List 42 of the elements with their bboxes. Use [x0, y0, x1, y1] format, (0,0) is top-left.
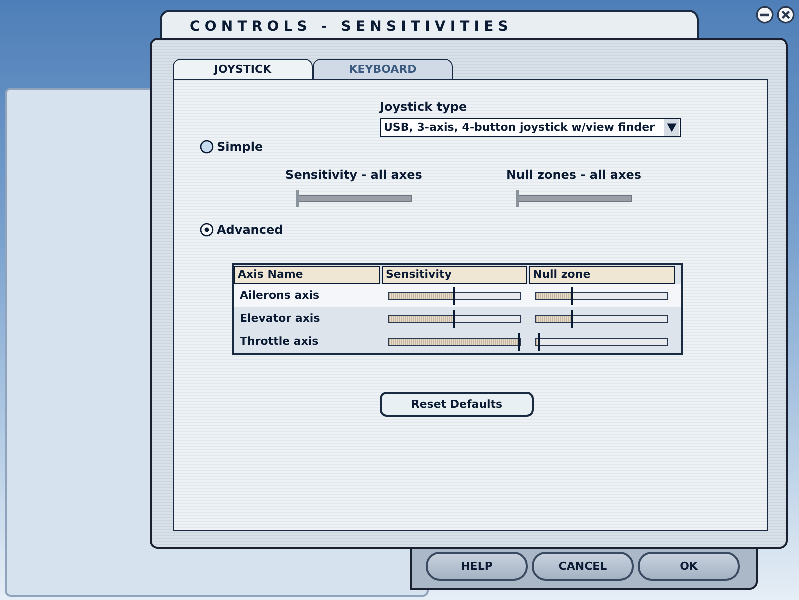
- joystick-type-dropdown[interactable]: USB, 3-axis, 4-button joystick w/view finder: [380, 118, 681, 137]
- slider-label: Null zones - all axes: [506, 168, 642, 182]
- dialog-button[interactable]: HELP: [426, 552, 528, 581]
- column-header: Null zone: [529, 266, 675, 284]
- minimize-icon[interactable]: [756, 6, 774, 24]
- tab[interactable]: JOYSTICK: [173, 59, 313, 79]
- slider[interactable]: [296, 190, 412, 207]
- null-zone-slider[interactable]: [535, 286, 668, 304]
- slider-thumb[interactable]: [516, 190, 519, 207]
- null-zone-slider[interactable]: [535, 310, 668, 328]
- axis-name: Ailerons axis: [239, 289, 321, 302]
- dialog-button[interactable]: CANCEL: [532, 552, 634, 581]
- axis-name: Elevator axis: [239, 312, 322, 325]
- slider-thumb[interactable]: [571, 310, 574, 328]
- slider-thumb[interactable]: [538, 332, 540, 350]
- sensitivity-slider[interactable]: [388, 286, 521, 304]
- table-row[interactable]: Ailerons axis: [234, 284, 681, 307]
- sensitivity-slider[interactable]: [388, 332, 521, 350]
- close-icon[interactable]: [777, 6, 795, 24]
- joystick-type-label: Joystick type: [380, 100, 468, 114]
- radio-label: Advanced: [217, 223, 284, 237]
- slider-thumb[interactable]: [453, 286, 456, 304]
- slider-thumb[interactable]: [296, 190, 299, 207]
- radio-label: Simple: [217, 140, 264, 154]
- slider[interactable]: [516, 190, 632, 207]
- table-row[interactable]: Elevator axis: [234, 307, 681, 330]
- sensitivity-slider[interactable]: [388, 310, 521, 328]
- axis-name: Throttle axis: [239, 335, 320, 348]
- table-row[interactable]: Throttle axis: [234, 330, 681, 353]
- null-zone-slider[interactable]: [535, 332, 668, 350]
- slider-thumb[interactable]: [453, 310, 456, 328]
- slider-thumb[interactable]: [571, 286, 574, 304]
- radio-button[interactable]: [200, 140, 214, 154]
- column-header: Sensitivity: [382, 266, 527, 284]
- dialog-button[interactable]: OK: [638, 552, 740, 581]
- tab[interactable]: KEYBOARD: [313, 59, 453, 79]
- radio-button[interactable]: [200, 223, 214, 237]
- slider-label: Sensitivity - all axes: [286, 168, 422, 182]
- window-title: CONTROLS - SENSITIVITIES: [190, 19, 514, 35]
- reset-defaults-button[interactable]: Reset Defaults: [380, 392, 534, 417]
- slider-thumb[interactable]: [518, 332, 520, 350]
- column-header: Axis Name: [234, 266, 380, 284]
